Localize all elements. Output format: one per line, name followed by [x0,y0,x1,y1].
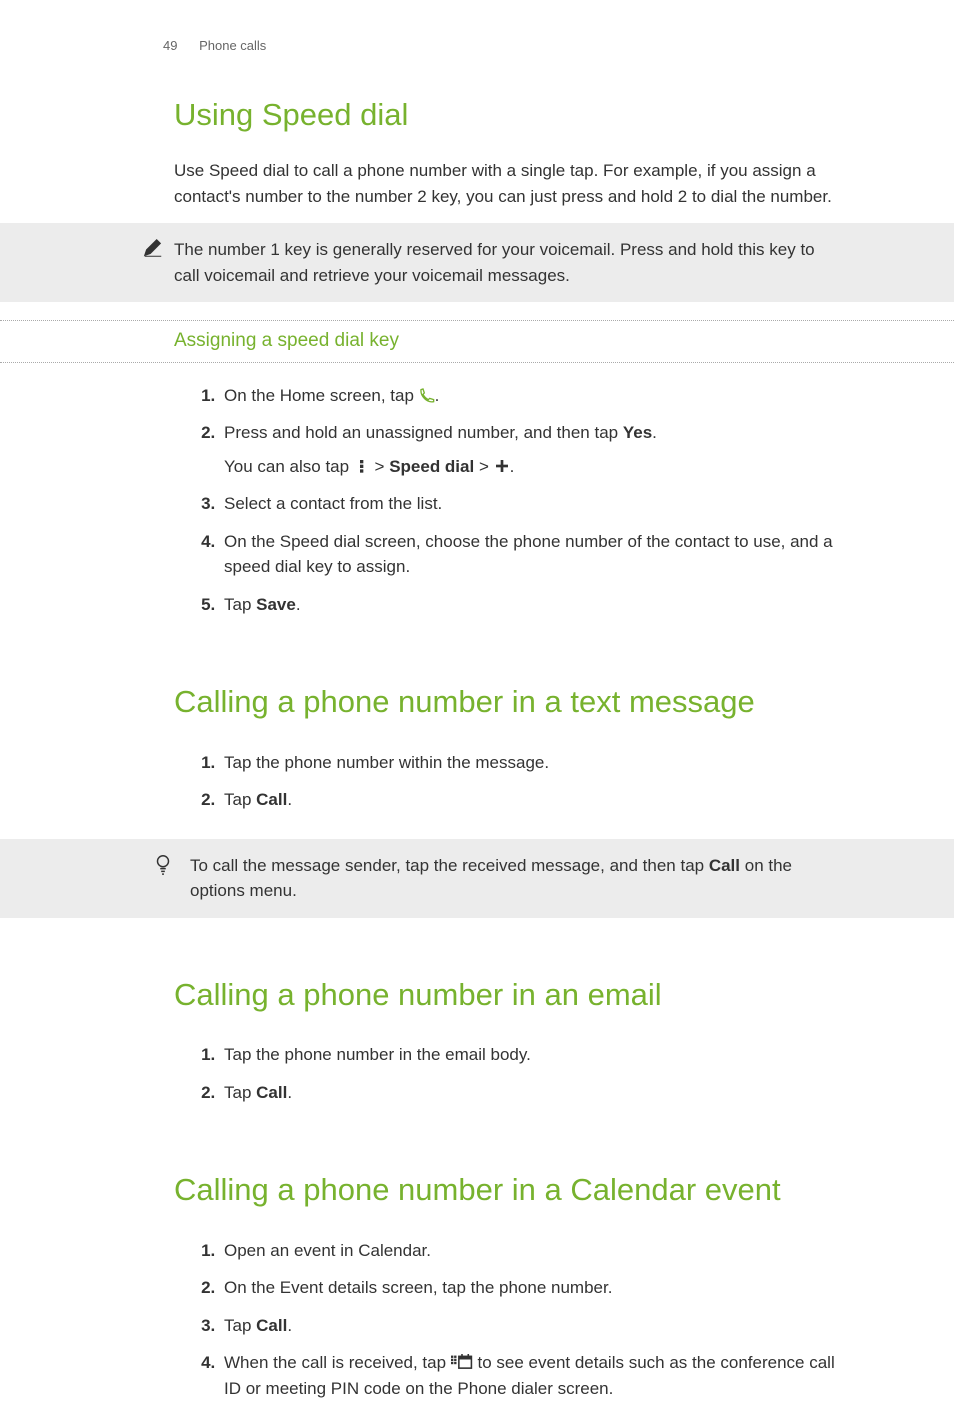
list-item: Tap Call. [220,1309,844,1347]
note-text: The number 1 key is generally reserved f… [174,240,815,285]
list-item: Tap Call. [220,783,844,821]
plus-icon [494,456,510,472]
list-item: On the Event details screen, tap the pho… [220,1271,844,1309]
sub-paragraph: You can also tap > Speed dial > . [224,454,844,480]
list-item: On the Speed dial screen, choose the pho… [220,525,844,588]
list-item: Tap Call. [220,1076,844,1114]
dialer-calendar-icon [451,1352,473,1368]
step-list: On the Home screen, tap . Press and hold… [0,379,954,626]
lightbulb-icon [152,853,174,875]
list-item: Press and hold an unassigned number, and… [220,416,844,487]
list-item: Select a contact from the list. [220,487,844,525]
step-list: Tap the phone number within the message.… [0,746,954,821]
pencil-icon [142,237,164,259]
chapter-title: Phone calls [199,38,266,53]
list-item: Open an event in Calendar. [220,1234,844,1272]
step-list: Open an event in Calendar. On the Event … [0,1234,954,1410]
heading-call-text-message: Calling a phone number in a text message [0,643,954,726]
page-number: 49 [163,38,177,53]
tip-box: To call the message sender, tap the rece… [0,839,954,918]
list-item: When the call is received, tap to see ev… [220,1346,844,1409]
list-item: Tap the phone number in the email body. [220,1038,844,1076]
heading-using-speed-dial: Using Speed dial [0,56,954,139]
paragraph: Use Speed dial to call a phone number wi… [0,158,954,209]
subheading-assigning-speed-dial: Assigning a speed dial key [0,320,954,363]
note-box: The number 1 key is generally reserved f… [0,223,954,302]
menu-dots-icon [354,456,370,472]
phone-icon [419,385,435,401]
page-header: 49 Phone calls [0,0,954,56]
list-item: Tap Save. [220,588,844,626]
document-page: 49 Phone calls Using Speed dial Use Spee… [0,0,954,1409]
heading-call-calendar-event: Calling a phone number in a Calendar eve… [0,1131,954,1214]
heading-call-email: Calling a phone number in an email [0,936,954,1019]
list-item: On the Home screen, tap . [220,379,844,417]
step-list: Tap the phone number in the email body. … [0,1038,954,1113]
list-item: Tap the phone number within the message. [220,746,844,784]
